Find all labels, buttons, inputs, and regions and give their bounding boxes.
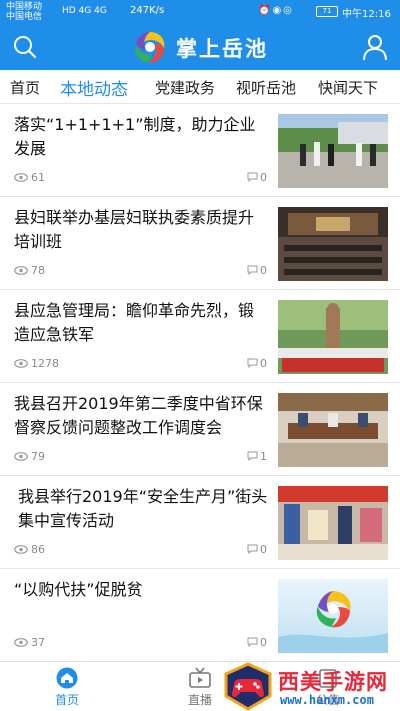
- nav-live-label: 直播: [187, 693, 212, 707]
- network-indicator: HD 4G 4G: [62, 6, 107, 16]
- comment-count-value: 0: [260, 636, 267, 649]
- nav-home-label: 首页: [54, 693, 79, 707]
- battery-icon: 71: [316, 6, 338, 17]
- eye-icon: [14, 452, 28, 461]
- status-icons: ⏰◉◎: [258, 5, 294, 16]
- eye-icon: [14, 359, 28, 368]
- view-count: 86: [14, 543, 45, 556]
- view-count-value: 79: [31, 450, 45, 463]
- news-thumbnail[interactable]: [278, 393, 388, 467]
- view-count-value: 86: [31, 543, 45, 556]
- news-item[interactable]: 落实“1+1+1+1”制度，助力企业发展 61 0: [0, 105, 400, 197]
- view-count-value: 1278: [31, 357, 59, 370]
- comment-count: 1: [247, 450, 267, 463]
- tab-media[interactable]: 视听岳池: [236, 77, 296, 98]
- eye-icon: [14, 638, 28, 647]
- view-count: 61: [14, 171, 45, 184]
- news-thumbnail[interactable]: [278, 300, 388, 374]
- watermark: 西美手游网 www.hanxm.com: [222, 662, 400, 711]
- comment-icon: [247, 358, 258, 368]
- view-count-value: 61: [31, 171, 45, 184]
- view-count: 1278: [14, 357, 59, 370]
- tab-world-news[interactable]: 快闻天下: [318, 77, 378, 98]
- comment-count: 0: [247, 171, 267, 184]
- carrier-1: 中国移动: [6, 2, 43, 12]
- eye-icon: [14, 173, 28, 182]
- news-item[interactable]: “以购代扶”促脱贫 37 0: [0, 570, 400, 662]
- news-thumbnail[interactable]: [278, 579, 388, 653]
- search-icon[interactable]: [12, 34, 38, 60]
- comment-count: 0: [247, 636, 267, 649]
- comment-count: 0: [247, 264, 267, 277]
- comment-icon: [247, 451, 258, 461]
- comment-icon: [247, 265, 258, 275]
- comment-count: 0: [247, 357, 267, 370]
- comment-icon: [247, 172, 258, 182]
- tab-party-affairs[interactable]: 党建政务: [155, 77, 215, 98]
- tab-local-news[interactable]: 本地动态: [60, 75, 128, 100]
- nav-home[interactable]: 首页: [37, 667, 97, 708]
- news-item[interactable]: 县应急管理局：瞻仰革命先烈，锻造应急铁军 1278 0: [0, 291, 400, 383]
- watermark-gamepad-icon: [224, 662, 272, 711]
- comment-count-value: 0: [260, 543, 267, 556]
- carrier-info: 中国移动 中国电信: [6, 2, 42, 22]
- network-speed: 247K/s: [130, 5, 165, 16]
- news-thumbnail[interactable]: [278, 486, 388, 560]
- news-title[interactable]: 落实“1+1+1+1”制度，助力企业发展: [14, 113, 266, 161]
- news-thumbnail[interactable]: [278, 207, 388, 281]
- news-title[interactable]: “以购代扶”促脱贫: [14, 578, 266, 602]
- view-count-value: 37: [31, 636, 45, 649]
- comment-count: 0: [247, 543, 267, 556]
- view-count: 78: [14, 264, 45, 277]
- news-item[interactable]: 我县举行2019年“安全生产月”街头集中宣传活动 86 0: [0, 477, 400, 569]
- category-tabs: 首页 本地动态 党建政务 视听岳池 快闻天下: [0, 70, 400, 104]
- tv-icon: [189, 667, 211, 688]
- app-title: 掌上岳池: [176, 37, 268, 61]
- comment-count-value: 0: [260, 171, 267, 184]
- comment-count-value: 0: [260, 357, 267, 370]
- nav-live[interactable]: 直播: [170, 667, 230, 708]
- app-logo: [130, 28, 170, 66]
- news-title[interactable]: 我县召开2019年第二季度中省环保督察反馈问题整改工作调度会: [14, 392, 266, 440]
- comment-count-value: 0: [260, 264, 267, 277]
- news-thumbnail[interactable]: [278, 114, 388, 188]
- comment-icon: [247, 637, 258, 647]
- status-bar: 中国移动 中国电信 HD 4G 4G 247K/s ⏰◉◎ 71 中午12:16: [0, 0, 400, 24]
- comment-count-value: 1: [260, 450, 267, 463]
- tab-home[interactable]: 首页: [10, 77, 40, 98]
- news-title[interactable]: 县应急管理局：瞻仰革命先烈，锻造应急铁军: [14, 299, 266, 347]
- comment-icon: [247, 544, 258, 554]
- home-icon: [56, 667, 78, 689]
- eye-icon: [14, 545, 28, 554]
- watermark-url: www.hanxm.com: [280, 693, 374, 707]
- news-item[interactable]: 县妇联举办基层妇联执委素质提升培训班 78 0: [0, 198, 400, 290]
- news-title[interactable]: 我县举行2019年“安全生产月”街头集中宣传活动: [18, 485, 270, 533]
- view-count-value: 78: [31, 264, 45, 277]
- news-item[interactable]: 我县召开2019年第二季度中省环保督察反馈问题整改工作调度会 79 1: [0, 384, 400, 476]
- app-bar: 掌上岳池: [0, 24, 400, 70]
- view-count: 37: [14, 636, 45, 649]
- carrier-2: 中国电信: [6, 12, 43, 22]
- eye-icon: [14, 266, 28, 275]
- view-count: 79: [14, 450, 45, 463]
- watermark-name: 西美手游网: [278, 670, 388, 694]
- user-icon[interactable]: [362, 33, 388, 61]
- news-title[interactable]: 县妇联举办基层妇联执委素质提升培训班: [14, 206, 266, 254]
- clock: 中午12:16: [342, 9, 391, 20]
